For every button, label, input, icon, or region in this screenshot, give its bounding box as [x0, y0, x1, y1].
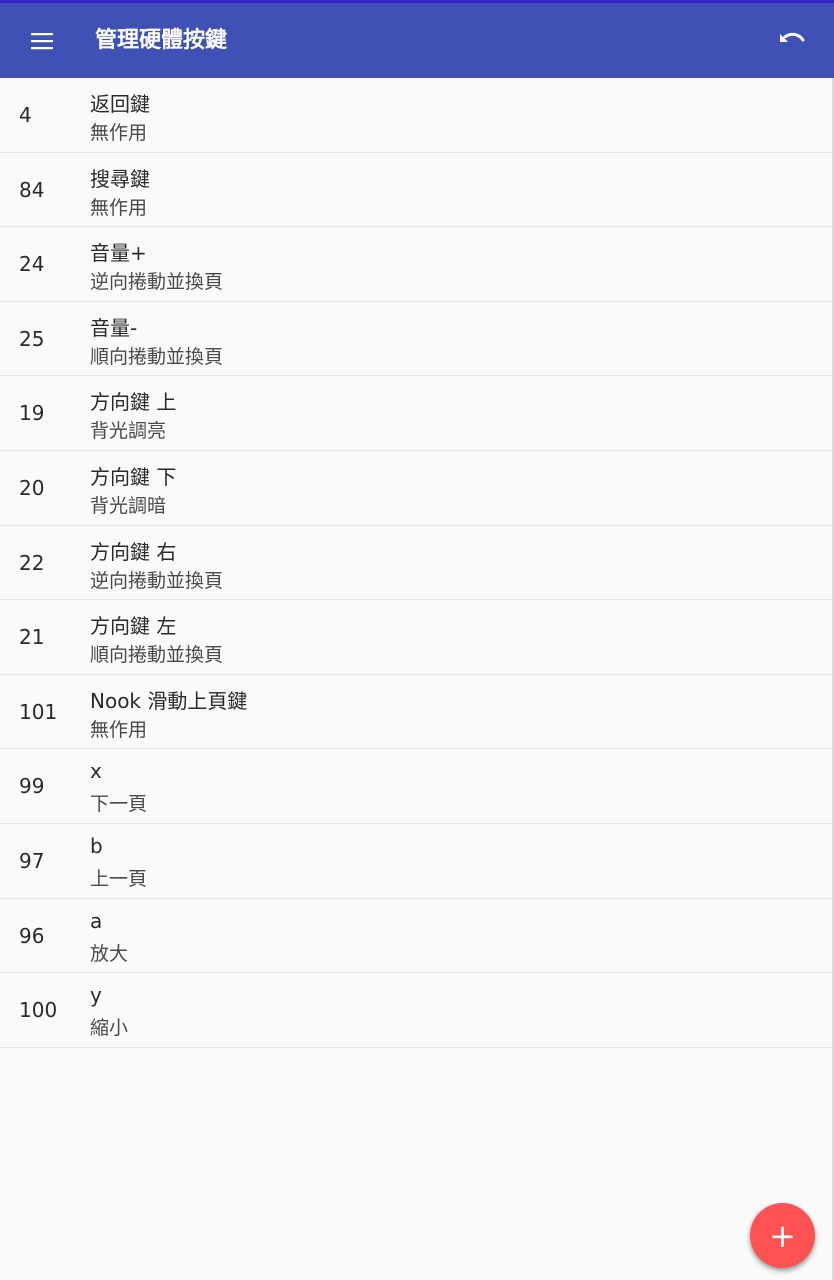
key-action: 背光調亮 — [90, 420, 167, 443]
key-name: 搜尋鍵 — [90, 166, 150, 191]
list-item[interactable]: 96 a 放大 — [0, 899, 834, 974]
key-action: 背光調暗 — [90, 494, 167, 517]
key-name: 方向鍵 左 — [90, 614, 177, 639]
key-action: 下一頁 — [90, 793, 148, 816]
key-code: 84 — [19, 177, 45, 202]
list-item[interactable]: 25 音量- 順向捲動並換頁 — [0, 302, 834, 377]
undo-icon — [780, 32, 805, 42]
key-name: b — [90, 833, 103, 858]
key-name: a — [90, 908, 103, 933]
key-action: 順向捲動並換頁 — [90, 644, 224, 667]
page-title: 管理硬體按鍵 — [95, 28, 228, 53]
key-action: 順向捲動並換頁 — [90, 345, 224, 368]
key-list: 4 返回鍵 無作用 84 搜尋鍵 無作用 24 音量+ 逆向捲動並換頁 25 音… — [0, 78, 834, 1048]
menu-button[interactable] — [18, 19, 66, 63]
list-item[interactable]: 97 b 上一頁 — [0, 824, 834, 899]
key-action: 逆向捲動並換頁 — [90, 271, 224, 294]
key-action: 無作用 — [90, 196, 148, 219]
list-item[interactable]: 101 Nook 滑動上頁鍵 無作用 — [0, 675, 834, 750]
list-item[interactable]: 21 方向鍵 左 順向捲動並換頁 — [0, 600, 834, 675]
list-item[interactable]: 19 方向鍵 上 背光調亮 — [0, 376, 834, 451]
key-code: 100 — [19, 998, 58, 1023]
key-code: 24 — [19, 252, 45, 277]
key-code: 19 — [19, 401, 45, 426]
add-icon: + — [769, 1216, 796, 1255]
key-code: 99 — [19, 774, 45, 799]
key-action: 無作用 — [90, 122, 148, 144]
key-action: 逆向捲動並換頁 — [90, 569, 224, 592]
hamburger-menu-icon — [31, 33, 53, 50]
key-code: 96 — [19, 923, 45, 948]
key-name: 音量+ — [90, 241, 147, 266]
list-item[interactable]: 20 方向鍵 下 背光調暗 — [0, 451, 834, 526]
undo-button[interactable] — [768, 19, 816, 63]
key-code: 101 — [19, 699, 58, 724]
list-item[interactable]: 22 方向鍵 右 逆向捲動並換頁 — [0, 526, 834, 601]
list-item[interactable]: 4 返回鍵 無作用 — [0, 78, 834, 153]
key-action: 無作用 — [90, 718, 148, 741]
key-code: 4 — [19, 103, 32, 127]
key-name: Nook 滑動上頁鍵 — [90, 688, 248, 713]
key-code: 25 — [19, 326, 45, 351]
key-code: 20 — [19, 475, 45, 500]
list-item[interactable]: 99 x 下一頁 — [0, 749, 834, 824]
key-action: 上一頁 — [90, 867, 148, 890]
key-code: 21 — [19, 625, 45, 650]
list-item[interactable]: 84 搜尋鍵 無作用 — [0, 153, 834, 228]
list-item[interactable]: 24 音量+ 逆向捲動並換頁 — [0, 227, 834, 302]
key-action: 縮小 — [90, 1017, 129, 1040]
key-name: x — [90, 759, 102, 784]
key-name: 返回鍵 — [90, 92, 150, 116]
key-code: 97 — [19, 848, 45, 873]
key-name: 方向鍵 下 — [90, 464, 177, 489]
key-name: 方向鍵 上 — [90, 390, 177, 415]
key-name: y — [90, 983, 102, 1008]
key-action: 放大 — [90, 942, 129, 965]
add-key-button[interactable]: + — [750, 1203, 815, 1268]
list-item[interactable]: 100 y 縮小 — [0, 973, 834, 1048]
app-bar: 管理硬體按鍵 — [0, 3, 834, 78]
key-name: 音量- — [90, 315, 138, 340]
key-code: 22 — [19, 550, 45, 575]
key-name: 方向鍵 右 — [90, 539, 177, 564]
